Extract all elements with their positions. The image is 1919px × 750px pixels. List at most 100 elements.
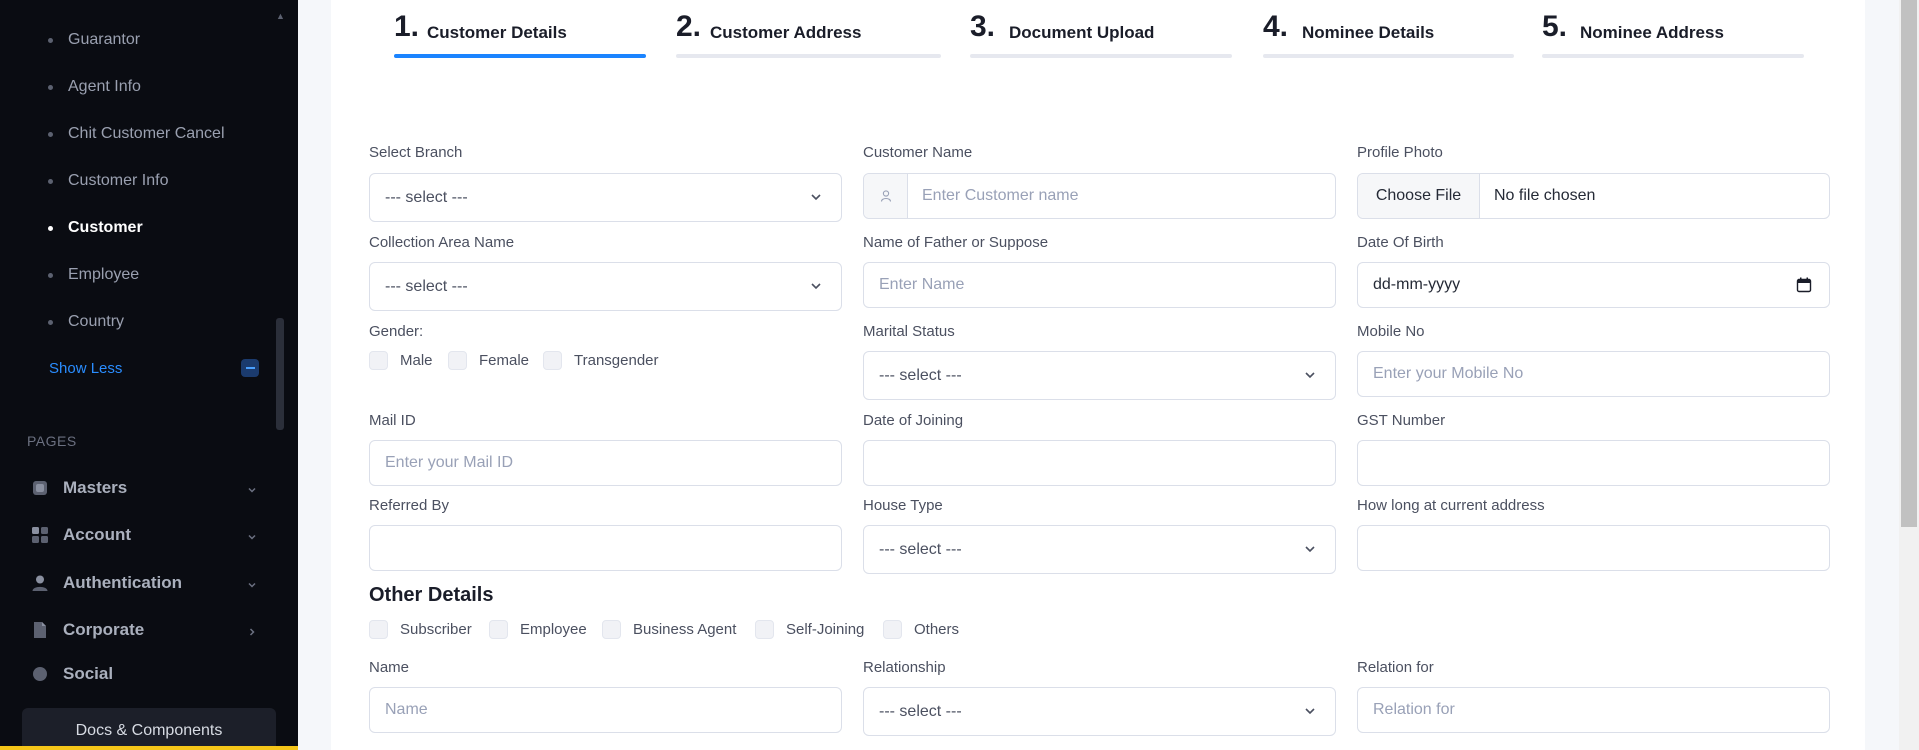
step-customer-address[interactable]: 2. Customer Address	[676, 0, 941, 60]
sidebar-item-country[interactable]: Country	[48, 307, 124, 337]
checkbox-box[interactable]	[448, 351, 467, 370]
checkbox-label: Others	[914, 621, 960, 638]
step-customer-details[interactable]: 1. Customer Details	[394, 0, 646, 60]
marital-status-select[interactable]: --- select ---	[863, 351, 1336, 400]
calendar-icon[interactable]	[1795, 276, 1813, 299]
joining-date-input[interactable]	[863, 440, 1336, 486]
step-nominee-address[interactable]: 5. Nominee Address	[1542, 0, 1804, 60]
chevron-down-icon	[246, 576, 258, 596]
file-status: No file chosen	[1494, 187, 1596, 204]
sidebar-item-employee[interactable]: Employee	[48, 260, 139, 290]
checkbox-box[interactable]	[602, 620, 621, 639]
customer-name-label: Customer Name	[863, 144, 973, 161]
chevron-down-icon	[1303, 368, 1317, 387]
step-label: Customer Details	[427, 23, 567, 42]
grid-icon	[30, 478, 50, 498]
how-long-input[interactable]	[1357, 525, 1830, 571]
house-type-select[interactable]: --- select ---	[863, 525, 1336, 574]
page-scrollbar-thumb[interactable]	[1901, 0, 1917, 527]
dob-date-input[interactable]: dd-mm-yyyy	[1357, 262, 1830, 308]
step-progress-bar	[1542, 54, 1804, 58]
referred-by-input[interactable]	[369, 525, 842, 571]
checkbox-box[interactable]	[369, 351, 388, 370]
employee-checkbox[interactable]: Employee	[489, 620, 587, 639]
sidebar-scroll-up-icon[interactable]: ▲	[276, 12, 285, 21]
collection-area-select[interactable]: --- select ---	[369, 262, 842, 311]
sidebar-item-agent-info[interactable]: Agent Info	[48, 72, 141, 102]
chevron-down-icon	[809, 190, 823, 209]
nav-item-account[interactable]: Account	[30, 521, 262, 549]
sidebar-item-customer-info[interactable]: Customer Info	[48, 166, 168, 196]
user-icon	[30, 573, 50, 593]
chevron-down-icon	[246, 528, 258, 548]
step-nominee-details[interactable]: 4. Nominee Details	[1263, 0, 1514, 60]
nav-item-label: Corporate	[63, 620, 145, 639]
nav-item-social[interactable]: Social	[30, 664, 262, 684]
form-card: 1. Customer Details 2. Customer Address …	[331, 0, 1865, 750]
checkbox-box[interactable]	[755, 620, 774, 639]
input-placeholder: Enter Name	[879, 276, 965, 293]
mail-input[interactable]: Enter your Mail ID	[369, 440, 842, 486]
gender-label: Gender:	[369, 323, 424, 340]
select-value: --- select ---	[879, 702, 962, 720]
others-checkbox[interactable]: Others	[883, 620, 959, 639]
docs-components-button[interactable]: Docs & Components	[22, 708, 276, 750]
nav-item-masters[interactable]: Masters	[30, 474, 262, 502]
bullet-icon	[48, 131, 53, 137]
document-icon	[30, 620, 50, 640]
nav-item-authentication[interactable]: Authentication	[30, 569, 262, 597]
name-input[interactable]: Name	[369, 687, 842, 733]
father-name-input[interactable]: Enter Name	[863, 262, 1336, 308]
gender-transgender-checkbox[interactable]: Transgender	[543, 351, 659, 370]
how-long-label: How long at current address	[1357, 497, 1545, 514]
checkbox-label: Employee	[520, 621, 587, 638]
sidebar-item-label: Guarantor	[68, 31, 141, 48]
profile-photo-file-input[interactable]: Choose File No file chosen	[1357, 173, 1830, 219]
minus-icon	[241, 359, 259, 377]
nav-item-corporate[interactable]: Corporate	[30, 616, 262, 644]
step-document-upload[interactable]: 3. Document Upload	[970, 0, 1232, 60]
sidebar-item-label: Country	[68, 313, 125, 330]
show-less-toggle[interactable]: Show Less	[49, 358, 259, 378]
referred-by-label: Referred By	[369, 497, 450, 514]
mobile-input[interactable]: Enter your Mobile No	[1357, 351, 1830, 397]
step-progress-bar	[676, 54, 941, 58]
gender-male-checkbox[interactable]: Male	[369, 351, 433, 370]
bullet-icon	[48, 84, 53, 90]
dob-label: Date Of Birth	[1357, 234, 1444, 251]
sidebar-item-guarantor[interactable]: Guarantor	[48, 25, 140, 55]
step-number: 2.	[676, 10, 702, 43]
checkbox-box[interactable]	[369, 620, 388, 639]
choose-file-button[interactable]: Choose File	[1358, 174, 1480, 218]
sidebar-item-chit-customer-cancel[interactable]: Chit Customer Cancel	[48, 119, 225, 149]
business-agent-checkbox[interactable]: Business Agent	[602, 620, 736, 639]
social-icon	[30, 664, 50, 684]
select-branch-select[interactable]: --- select ---	[369, 173, 842, 222]
step-progress-bar	[394, 54, 646, 58]
step-number: 1.	[394, 10, 420, 43]
gst-input[interactable]	[1357, 440, 1830, 486]
relation-for-input[interactable]: Relation for	[1357, 687, 1830, 733]
collection-area-label: Collection Area Name	[369, 234, 515, 251]
checkbox-box[interactable]	[543, 351, 562, 370]
nav-item-label: Social	[63, 664, 114, 683]
checkbox-box[interactable]	[489, 620, 508, 639]
bullet-icon	[48, 272, 53, 278]
input-placeholder: Relation for	[1373, 701, 1455, 718]
page-scrollbar[interactable]	[1899, 0, 1919, 750]
marital-status-label: Marital Status	[863, 323, 955, 340]
apps-icon	[30, 525, 50, 545]
step-number: 5.	[1542, 10, 1568, 43]
sidebar-scrollbar[interactable]	[276, 318, 284, 430]
checkbox-box[interactable]	[883, 620, 902, 639]
sidebar-item-customer[interactable]: Customer	[48, 213, 143, 243]
customer-name-input[interactable]: Enter Customer name	[863, 173, 1336, 219]
chevron-down-icon	[1303, 704, 1317, 723]
checkbox-label: Subscriber	[400, 621, 472, 638]
select-value: --- select ---	[879, 366, 962, 384]
step-label: Nominee Address	[1580, 23, 1724, 42]
gender-female-checkbox[interactable]: Female	[448, 351, 529, 370]
subscriber-checkbox[interactable]: Subscriber	[369, 620, 472, 639]
self-joining-checkbox[interactable]: Self-Joining	[755, 620, 864, 639]
relationship-select[interactable]: --- select ---	[863, 687, 1336, 736]
